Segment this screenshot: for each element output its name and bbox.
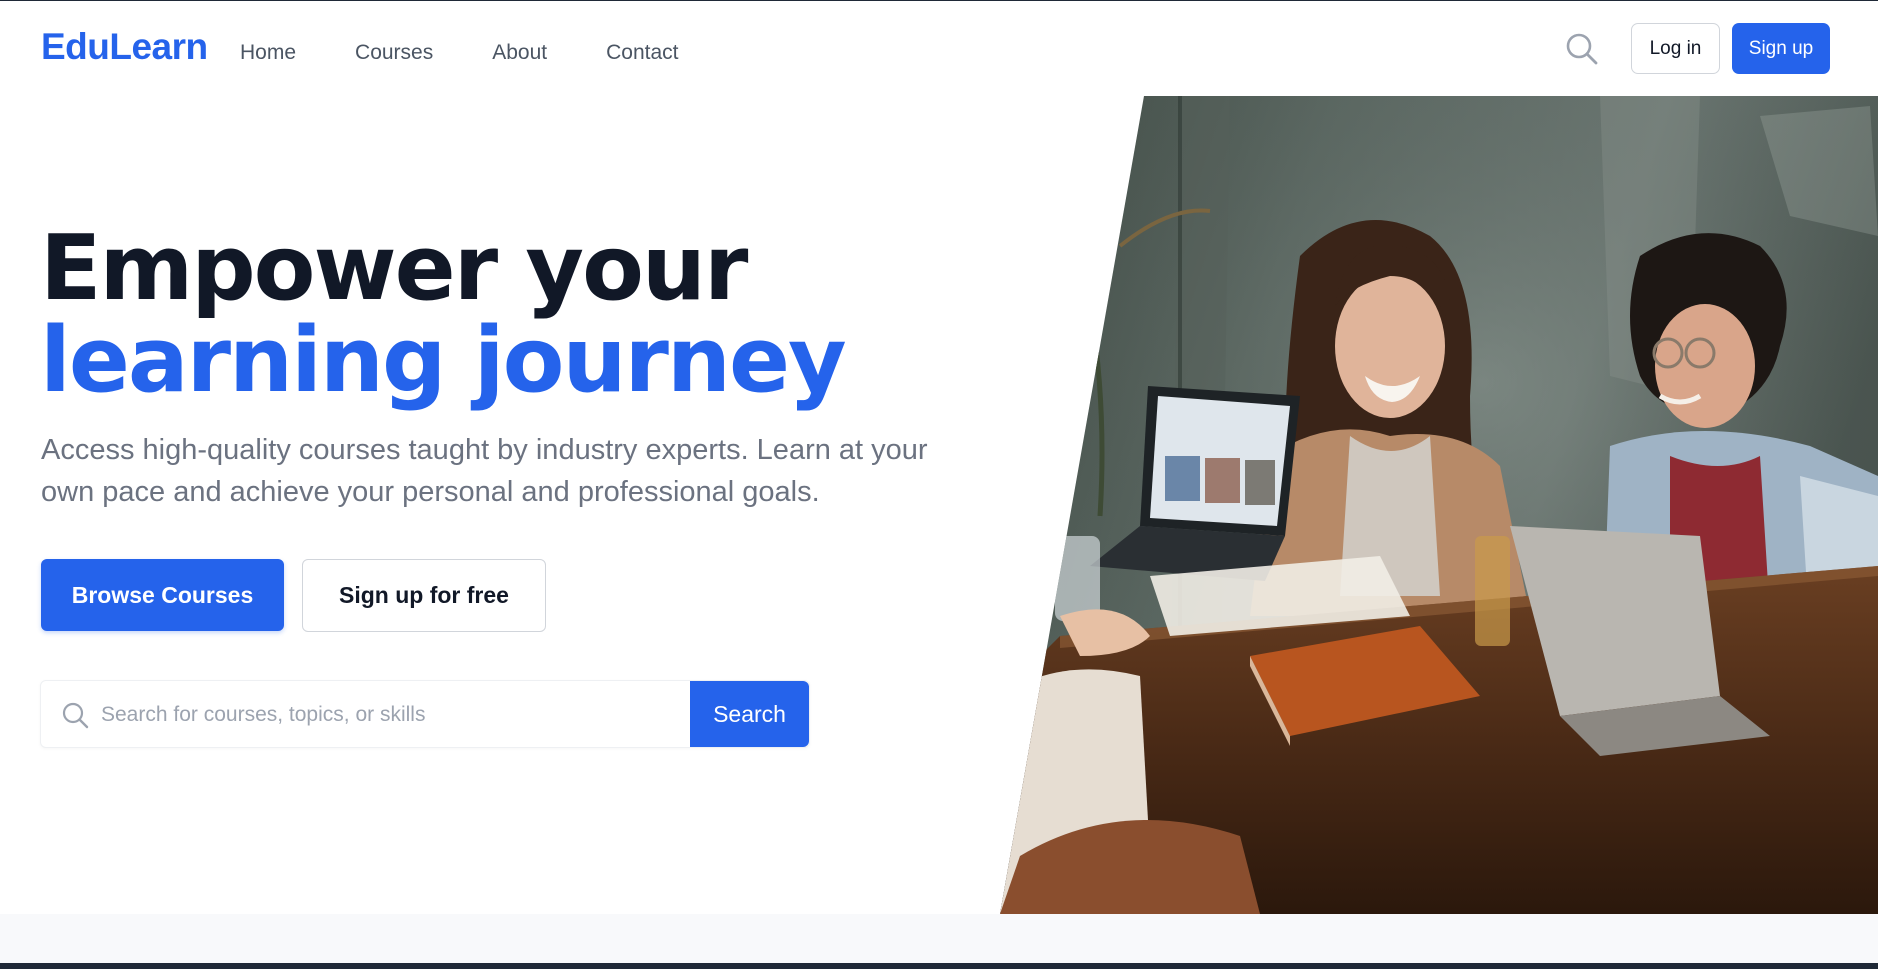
search-icon[interactable] — [1564, 31, 1600, 67]
course-search-input[interactable] — [101, 693, 721, 737]
signup-free-button[interactable]: Sign up for free — [302, 559, 546, 632]
hero-headline-line2: learning journey — [40, 308, 847, 413]
page: EduLearn Home Courses About Contact Log … — [0, 1, 1878, 963]
nav-about-link[interactable]: About — [492, 41, 547, 65]
nav-contact-link[interactable]: Contact — [606, 41, 678, 65]
signup-button[interactable]: Sign up — [1732, 23, 1830, 74]
hero-subtext: Access high-quality courses taught by in… — [41, 434, 928, 508]
login-button[interactable]: Log in — [1631, 23, 1720, 74]
site-header: EduLearn Home Courses About Contact Log … — [0, 1, 1878, 97]
search-icon — [61, 701, 89, 729]
next-section-strip — [0, 914, 1878, 963]
brand-logo[interactable]: EduLearn — [41, 26, 208, 68]
hero-headline: Empower your learning journey — [40, 216, 847, 413]
hero-image — [1000, 96, 1878, 914]
hero-headline-line1: Empower your — [40, 216, 748, 321]
nav-home-link[interactable]: Home — [240, 41, 296, 65]
browse-courses-button[interactable]: Browse Courses — [41, 559, 284, 631]
nav-courses-link[interactable]: Courses — [355, 41, 433, 65]
search-submit-button[interactable]: Search — [690, 681, 809, 747]
main-nav: Home Courses About Contact — [240, 41, 679, 65]
